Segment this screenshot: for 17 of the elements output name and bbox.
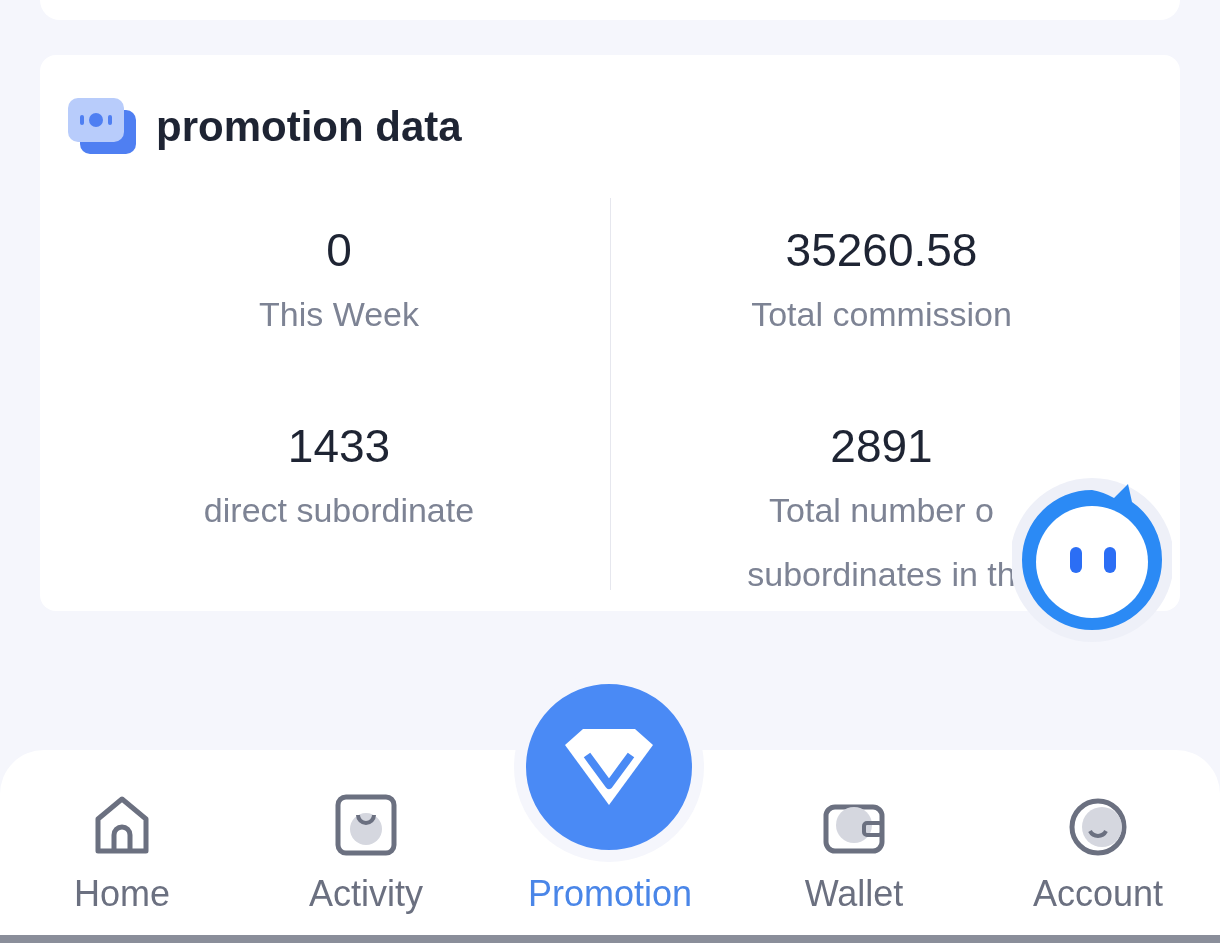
stat-label: Total number o xyxy=(769,490,994,531)
nav-tab[interactable]: Home xyxy=(0,789,244,921)
ticket-icon xyxy=(68,97,136,156)
card-title: promotion data xyxy=(156,102,462,152)
stat-value: 2891 xyxy=(830,419,933,474)
stat-value: 1433 xyxy=(287,419,391,474)
stat-label: direct subordinate xyxy=(203,490,475,531)
stat-label: subordinates in th xyxy=(747,554,1016,595)
nav-tab[interactable]: Account xyxy=(976,789,1220,921)
stat-value: 35260.58 xyxy=(785,223,978,278)
nav-tab[interactable]: Promotion xyxy=(527,867,693,921)
nav-tab[interactable]: Activity xyxy=(244,789,488,921)
stat-label: Total commission xyxy=(751,294,1012,335)
stat-label: This Week xyxy=(259,294,419,335)
stat-value: 0 xyxy=(326,223,352,278)
nav-tab[interactable]: Wallet xyxy=(732,789,976,921)
chat-bot-icon[interactable] xyxy=(1012,475,1172,645)
